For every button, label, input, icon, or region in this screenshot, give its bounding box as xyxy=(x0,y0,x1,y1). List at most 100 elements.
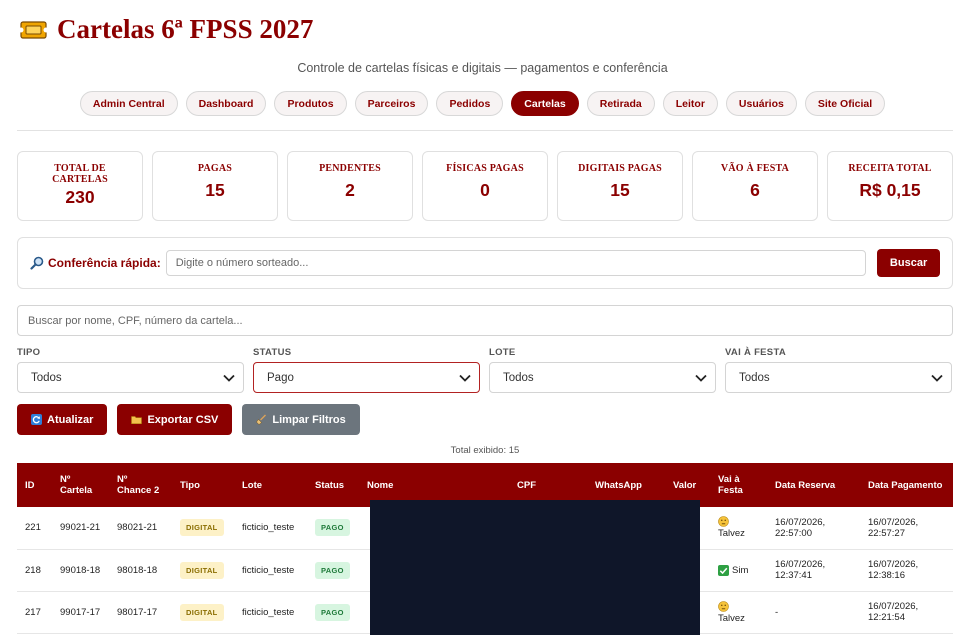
cell-tipo: DIGITAL xyxy=(172,507,234,550)
col-header-cartela[interactable]: Nº Cartela xyxy=(52,463,109,507)
filter-label: VAI À FESTA xyxy=(725,347,787,358)
check-box-icon xyxy=(718,564,729,576)
quick-check-label: Conferência rápida: xyxy=(30,256,166,270)
nav-dashboard[interactable]: Dashboard xyxy=(185,91,267,116)
col-header-status[interactable]: Status xyxy=(307,463,359,507)
col-header-chance[interactable]: Nº Chance 2 xyxy=(109,463,172,507)
select-value: Pago xyxy=(267,371,294,384)
cell-lote: ficticio_teste xyxy=(234,549,307,592)
cell-id: 221 xyxy=(17,507,52,550)
cell-data-reserva: 16/07/2026, 12:37:41 xyxy=(767,549,860,592)
thinking-face-icon xyxy=(718,600,729,612)
stat-value: 15 xyxy=(610,180,630,200)
cell-tipo: DIGITAL xyxy=(172,591,234,634)
cell-cartela: 99021-21 xyxy=(52,507,109,550)
nav-cartelas[interactable]: Cartelas xyxy=(511,91,579,116)
filter-lote-select[interactable]: Todos xyxy=(489,362,716,393)
filter-tipo: TIPO Todos xyxy=(17,347,244,393)
cell-tipo: DIGITAL xyxy=(172,549,234,592)
stat-value: 6 xyxy=(750,180,760,200)
page-subtitle: Controle de cartelas físicas e digitais … xyxy=(297,61,668,75)
refresh-icon xyxy=(31,414,42,425)
cell-vai-a-festa: Talvez xyxy=(710,591,767,634)
nav-leitor[interactable]: Leitor xyxy=(662,91,718,116)
nav-pedidos[interactable]: Pedidos xyxy=(436,91,504,116)
broom-icon xyxy=(256,414,267,425)
header-divider xyxy=(17,130,953,131)
redacted-area xyxy=(370,500,700,635)
cell-data-reserva: - xyxy=(767,591,860,634)
filter-status-select[interactable]: Pago xyxy=(253,362,480,393)
tipo-badge: DIGITAL xyxy=(180,519,224,537)
col-header-lote[interactable]: Lote xyxy=(234,463,307,507)
col-header-vai-a-festa[interactable]: Vai à Festa xyxy=(710,463,767,507)
filter-status: STATUS Pago xyxy=(253,347,480,393)
filter-label: TIPO xyxy=(17,347,41,358)
nav-retirada[interactable]: Retirada xyxy=(586,91,655,116)
cell-cartela: 99018-18 xyxy=(52,549,109,592)
page-title: Cartelas 6ª FPSS 2027 xyxy=(57,14,314,44)
thinking-face-icon xyxy=(718,516,729,528)
stat-value: 0 xyxy=(480,180,490,200)
filter-vai-a-festa-select[interactable]: Todos xyxy=(725,362,952,393)
col-header-id[interactable]: ID xyxy=(17,463,52,507)
refresh-button[interactable]: Atualizar xyxy=(17,404,108,435)
nav-produtos[interactable]: Produtos xyxy=(274,91,347,116)
cell-data-pagamento: 16/07/2026, 12:38:16 xyxy=(860,549,953,592)
filter-lote: LOTE Todos xyxy=(489,347,716,393)
total-displayed: Total exibido: 15 xyxy=(450,445,520,456)
quick-check-panel: Conferência rápida: Digite o número sort… xyxy=(17,237,953,289)
filter-label: LOTE xyxy=(489,347,516,358)
stat-value: 2 xyxy=(345,180,355,200)
cell-status: PAGO xyxy=(307,591,359,634)
cell-data-reserva: 16/07/2026, 22:57:00 xyxy=(767,507,860,550)
col-header-data-pagamento[interactable]: Data Pagamento xyxy=(860,463,953,507)
folder-icon xyxy=(131,416,143,424)
status-badge: PAGO xyxy=(315,561,350,579)
stat-label: VÃO À FESTA xyxy=(720,163,790,174)
vai-label: Talvez xyxy=(718,528,745,540)
col-header-data-reserva[interactable]: Data Reserva xyxy=(767,463,860,507)
nav-admin-central[interactable]: Admin Central xyxy=(79,91,178,116)
chevron-down-icon xyxy=(459,374,471,382)
cell-cartela: 99017-17 xyxy=(52,591,109,634)
stats-row: TOTAL DE CARTELAS 230 PAGAS 15 PENDENTES… xyxy=(17,151,953,221)
tipo-badge: DIGITAL xyxy=(180,603,224,621)
nav-usuarios[interactable]: Usuários xyxy=(725,91,797,116)
cell-lote: ficticio_teste xyxy=(234,591,307,634)
stat-card-digitais-pagas: DIGITAIS PAGAS 15 xyxy=(557,151,683,221)
filter-tipo-select[interactable]: Todos xyxy=(17,362,244,393)
stat-value: 15 xyxy=(205,180,225,200)
export-csv-label: Exportar CSV xyxy=(147,413,219,426)
magnifier-icon xyxy=(30,256,44,270)
stat-label: DIGITAIS PAGAS xyxy=(578,163,662,174)
col-header-tipo[interactable]: Tipo xyxy=(172,463,234,507)
stat-label: TOTAL DE CARTELAS xyxy=(52,163,108,185)
stat-card-fisicas-pagas: FÍSICAS PAGAS 0 xyxy=(422,151,548,221)
cell-data-pagamento: 16/07/2026, 12:21:54 xyxy=(860,591,953,634)
search-button[interactable]: Buscar xyxy=(877,249,940,277)
quick-check-input[interactable]: Digite o número sorteado... xyxy=(165,250,867,276)
vai-label: Talvez xyxy=(718,612,745,624)
status-badge: PAGO xyxy=(315,603,350,621)
select-value: Todos xyxy=(31,371,62,384)
page-header: Cartelas 6ª FPSS 2027 xyxy=(20,14,313,45)
status-badge: PAGO xyxy=(315,519,350,537)
stat-card-vao-a-festa: VÃO À FESTA 6 xyxy=(692,151,818,221)
tipo-badge: DIGITAL xyxy=(180,561,224,579)
actions-row: Atualizar Exportar CSV Limpar Filtros xyxy=(17,404,360,435)
filter-vai-a-festa: VAI À FESTA Todos xyxy=(725,347,952,393)
cell-chance: 98018-18 xyxy=(109,549,172,592)
cell-id: 218 xyxy=(17,549,52,592)
export-csv-button[interactable]: Exportar CSV xyxy=(117,404,233,435)
search-input[interactable]: Buscar por nome, CPF, número da cartela.… xyxy=(17,305,953,336)
stat-card-receita-total: RECEITA TOTAL R$ 0,15 xyxy=(827,151,953,221)
stat-label: PAGAS xyxy=(197,163,233,174)
nav-parceiros[interactable]: Parceiros xyxy=(354,91,429,116)
stat-value: R$ 0,15 xyxy=(859,180,921,200)
nav-site-oficial[interactable]: Site Oficial xyxy=(804,91,886,116)
select-value: Todos xyxy=(739,371,770,384)
cell-vai-a-festa: Sim xyxy=(710,549,767,592)
cell-vai-a-festa: Talvez xyxy=(710,507,767,550)
clear-filters-button[interactable]: Limpar Filtros xyxy=(242,404,360,435)
